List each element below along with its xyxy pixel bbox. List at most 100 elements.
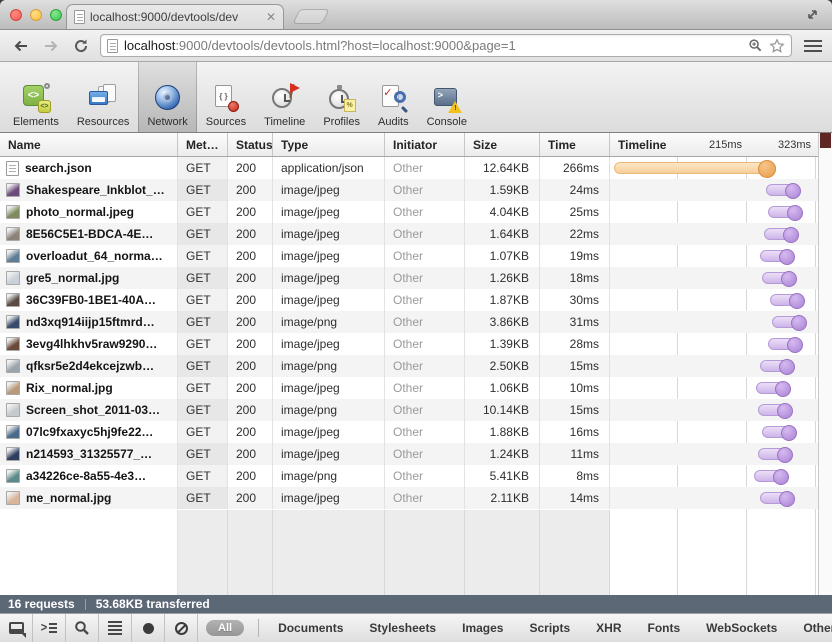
timeline-bar[interactable] [614, 162, 776, 174]
column-header-time[interactable]: Time [540, 133, 610, 156]
type-cell: image/jpeg [273, 179, 385, 201]
panel-tab-sources[interactable]: { }Sources [197, 62, 255, 132]
close-window-button[interactable] [10, 9, 22, 21]
filter-all[interactable]: All [206, 620, 244, 636]
panel-tab-elements[interactable]: <><>Elements [4, 62, 68, 132]
tab-close-icon[interactable]: ✕ [266, 11, 276, 23]
menu-icon[interactable] [804, 40, 822, 52]
vertical-scrollbar[interactable] [818, 133, 832, 595]
request-name-cell[interactable]: a34226ce-8a55-4e3… [0, 465, 178, 487]
bookmark-star-icon[interactable] [769, 38, 785, 54]
network-request-row[interactable]: 8E56C5E1-BDCA-4E…GET200image/jpegOther1.… [0, 223, 818, 245]
fullscreen-icon[interactable] [805, 7, 820, 22]
reload-button[interactable] [70, 35, 92, 57]
request-name-cell[interactable]: n214593_31325577_… [0, 443, 178, 465]
request-name-cell[interactable]: 8E56C5E1-BDCA-4E… [0, 223, 178, 245]
back-button[interactable] [10, 35, 32, 57]
network-request-row[interactable]: n214593_31325577_…GET200image/jpegOther1… [0, 443, 818, 465]
network-request-row[interactable]: 07lc9fxaxyc5hj9fe22…GET200image/jpegOthe… [0, 421, 818, 443]
filter-fonts[interactable]: Fonts [635, 621, 694, 635]
request-name-cell[interactable]: 3evg4lhkhv5raw9290… [0, 333, 178, 355]
url-text[interactable]: localhost:9000/devtools/devtools.html?ho… [124, 38, 742, 53]
column-header-status[interactable]: Status [228, 133, 273, 156]
zoom-window-button[interactable] [50, 9, 62, 21]
column-header-initiator[interactable]: Initiator [385, 133, 465, 156]
record-button[interactable] [132, 614, 165, 642]
request-count: 16 requests [8, 597, 75, 611]
request-name-cell[interactable]: Rix_normal.jpg [0, 377, 178, 399]
network-request-row[interactable]: gre5_normal.jpgGET200image/jpegOther1.26… [0, 267, 818, 289]
type-cell: image/jpeg [273, 443, 385, 465]
network-request-row[interactable]: overloadut_64_norma…GET200image/jpegOthe… [0, 245, 818, 267]
filter-stylesheets[interactable]: Stylesheets [356, 621, 449, 635]
timeline-bar[interactable] [766, 184, 800, 196]
network-request-row[interactable]: nd3xq914iijp15ftmrd…GET200image/pngOther… [0, 311, 818, 333]
request-name-cell[interactable]: nd3xq914iijp15ftmrd… [0, 311, 178, 333]
minimize-window-button[interactable] [30, 9, 42, 21]
scrollbar-thumb[interactable] [820, 133, 831, 148]
timeline-bar[interactable] [760, 492, 794, 504]
timeline-bar[interactable] [762, 426, 796, 438]
request-name-cell[interactable]: photo_normal.jpeg [0, 201, 178, 223]
column-header-type[interactable]: Type [273, 133, 385, 156]
timeline-bar[interactable] [760, 360, 794, 372]
network-request-row[interactable]: photo_normal.jpegGET200image/jpegOther4.… [0, 201, 818, 223]
timeline-bar[interactable] [768, 338, 802, 350]
panel-tab-network[interactable]: Network [138, 62, 196, 132]
dock-side-button[interactable] [0, 614, 33, 642]
url-bar[interactable]: localhost:9000/devtools/devtools.html?ho… [100, 34, 792, 57]
timeline-bar[interactable] [754, 470, 788, 482]
network-request-row[interactable]: Rix_normal.jpgGET200image/jpegOther1.06K… [0, 377, 818, 399]
network-request-row[interactable]: 3evg4lhkhv5raw9290…GET200image/jpegOther… [0, 333, 818, 355]
request-name-cell[interactable]: qfksr5e2d4ekcejzwb… [0, 355, 178, 377]
network-request-row[interactable]: Screen_shot_2011-03…GET200image/pngOther… [0, 399, 818, 421]
timeline-bar[interactable] [768, 206, 802, 218]
panel-tab-resources[interactable]: Resources [68, 62, 139, 132]
timeline-bar[interactable] [756, 382, 790, 394]
timeline-bar[interactable] [762, 272, 796, 284]
column-header-size[interactable]: Size [465, 133, 540, 156]
filter-other[interactable]: Other [790, 621, 832, 635]
network-request-row[interactable]: me_normal.jpgGET200image/jpegOther2.11KB… [0, 487, 818, 509]
panel-tab-console[interactable]: >!Console [418, 62, 476, 132]
request-name-cell[interactable]: Shakespeare_Inkblot_… [0, 179, 178, 201]
request-name-cell[interactable]: Screen_shot_2011-03… [0, 399, 178, 421]
request-name-cell[interactable]: 07lc9fxaxyc5hj9fe22… [0, 421, 178, 443]
panel-tab-timeline[interactable]: Timeline [255, 62, 314, 132]
filter-websockets[interactable]: WebSockets [693, 621, 790, 635]
timeline-bar[interactable] [772, 316, 806, 328]
forward-button[interactable] [40, 35, 62, 57]
network-request-row[interactable]: Shakespeare_Inkblot_…GET200image/jpegOth… [0, 179, 818, 201]
network-request-row[interactable]: 36C39FB0-1BE1-40A…GET200image/jpegOther1… [0, 289, 818, 311]
panel-tab-profiles[interactable]: %Profiles [314, 62, 369, 132]
network-request-row[interactable]: a34226ce-8a55-4e3…GET200image/pngOther5.… [0, 465, 818, 487]
request-name-cell[interactable]: gre5_normal.jpg [0, 267, 178, 289]
timeline-bar[interactable] [764, 228, 798, 240]
network-request-row[interactable]: search.jsonGET200application/jsonOther12… [0, 157, 818, 179]
show-console-button[interactable]: > [33, 614, 66, 642]
network-request-row[interactable]: qfksr5e2d4ekcejzwb…GET200image/pngOther2… [0, 355, 818, 377]
search-button[interactable] [66, 614, 99, 642]
timeline-bar[interactable] [758, 404, 792, 416]
timeline-bar[interactable] [758, 448, 792, 460]
filter-documents[interactable]: Documents [265, 621, 356, 635]
column-header-name[interactable]: Name [0, 133, 178, 156]
large-rows-button[interactable] [99, 614, 132, 642]
request-name: 36C39FB0-1BE1-40A… [26, 293, 156, 307]
timeline-bar[interactable] [770, 294, 804, 306]
column-header-method[interactable]: Met… [178, 133, 228, 156]
request-name-cell[interactable]: me_normal.jpg [0, 487, 178, 509]
browser-tab[interactable]: localhost:9000/devtools/dev ✕ [66, 4, 284, 29]
timeline-bar[interactable] [760, 250, 794, 262]
filter-scripts[interactable]: Scripts [516, 621, 583, 635]
new-tab-button[interactable] [292, 9, 329, 24]
filter-images[interactable]: Images [449, 621, 516, 635]
request-name-cell[interactable]: search.json [0, 157, 178, 179]
request-name-cell[interactable]: overloadut_64_norma… [0, 245, 178, 267]
timeline-cell [610, 311, 818, 333]
filter-xhr[interactable]: XHR [583, 621, 634, 635]
clear-button[interactable] [165, 614, 198, 642]
request-name-cell[interactable]: 36C39FB0-1BE1-40A… [0, 289, 178, 311]
zoom-page-icon[interactable] [748, 38, 763, 53]
panel-tab-audits[interactable]: ✓Audits [369, 62, 418, 132]
